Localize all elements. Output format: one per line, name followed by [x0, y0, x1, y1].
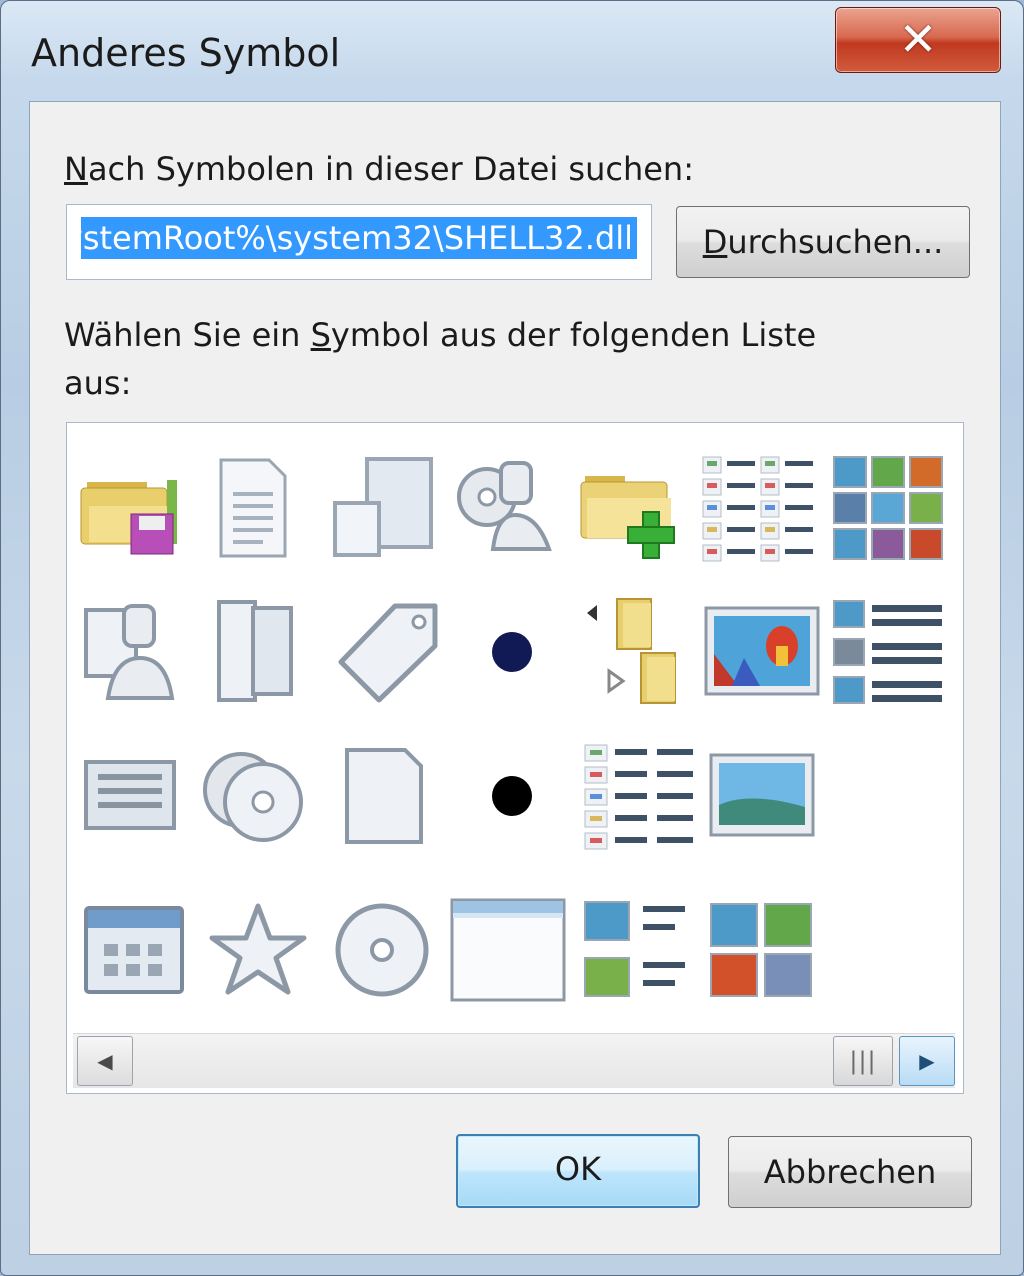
new-folder-icon[interactable]: [575, 449, 693, 567]
color-list-icon[interactable]: [581, 737, 699, 855]
file-path-input[interactable]: %SystemRoot%\system32\SHELL32.dll: [66, 204, 652, 280]
black-dot-icon[interactable]: [453, 737, 571, 855]
dialog-body: Nach Symbolen in dieser Datei suchen: %S…: [29, 101, 1001, 1255]
photo-list-icon[interactable]: [829, 593, 947, 711]
icon-list-label: Wählen Sie ein Symbol aus der folgenden …: [64, 316, 817, 354]
folder-disk-icon[interactable]: [71, 449, 189, 567]
ok-button[interactable]: OK: [456, 1134, 700, 1208]
star-icon[interactable]: [199, 891, 317, 1009]
cd-stack-icon[interactable]: [197, 737, 315, 855]
photo-grid-icon[interactable]: [829, 449, 947, 567]
user-window-icon[interactable]: [71, 593, 189, 711]
balloon-photo-icon[interactable]: [703, 593, 821, 711]
landscape-photo-icon[interactable]: [703, 737, 821, 855]
dialog-title: Anderes Symbol: [31, 31, 341, 75]
dark-blue-dot-icon[interactable]: [453, 593, 571, 711]
calendar-icon[interactable]: [75, 891, 193, 1009]
scroll-left-button[interactable]: ◀: [77, 1036, 133, 1086]
list-box-icon[interactable]: [71, 737, 189, 855]
browse-button[interactable]: Durchsuchen...: [676, 206, 970, 278]
cancel-button[interactable]: Abbrechen: [728, 1136, 972, 1208]
title-bar[interactable]: Anderes Symbol ✕: [1, 1, 1023, 101]
horizontal-scrollbar[interactable]: ◀ ||| ▶: [73, 1033, 955, 1088]
pages-icon[interactable]: [197, 593, 315, 711]
close-button[interactable]: ✕: [835, 7, 1001, 73]
grip-icon: |||: [849, 1047, 877, 1075]
windows-stack-icon[interactable]: [325, 449, 443, 567]
document-icon[interactable]: [193, 449, 311, 567]
color-details-view-icon[interactable]: [699, 449, 817, 567]
scroll-thumb[interactable]: |||: [833, 1036, 893, 1086]
scroll-right-arrow-icon: ▶: [919, 1049, 935, 1073]
window-pane-icon[interactable]: [449, 891, 567, 1009]
icon-list[interactable]: ◀ ||| ▶: [66, 422, 964, 1094]
user-disc-icon[interactable]: [449, 449, 567, 567]
dialog-window: Anderes Symbol ✕ Nach Symbolen in dieser…: [0, 0, 1024, 1276]
file-path-selected-text: %SystemRoot%\system32\SHELL32.dll: [81, 217, 637, 259]
file-search-label: Nach Symbolen in dieser Datei suchen:: [64, 150, 694, 188]
cd-icon[interactable]: [323, 891, 441, 1009]
tag-icon[interactable]: [329, 593, 447, 711]
photo-lines-icon[interactable]: [577, 891, 695, 1009]
close-icon: ✕: [898, 12, 938, 66]
icon-list-label-line2: aus:: [64, 364, 132, 402]
scroll-right-button[interactable]: ▶: [899, 1036, 955, 1086]
photo-tiles-icon[interactable]: [703, 891, 821, 1009]
folder-arrows-icon[interactable]: [577, 593, 695, 711]
scroll-left-arrow-icon: ◀: [97, 1049, 113, 1073]
blank-page-icon[interactable]: [325, 737, 443, 855]
